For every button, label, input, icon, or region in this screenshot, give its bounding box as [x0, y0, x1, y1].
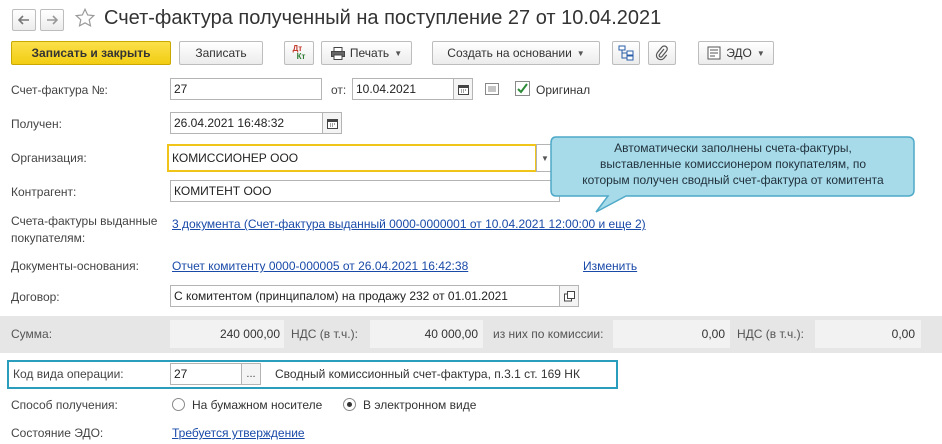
received-datetime-input[interactable]: 26.04.2021 16:48:32 — [170, 112, 323, 134]
calendar-icon — [457, 84, 469, 95]
hierarchy-icon — [618, 45, 634, 61]
base-documents-label: Документы-основания: — [11, 259, 139, 273]
arrow-left-icon — [18, 15, 29, 25]
edo-document-icon — [707, 46, 721, 60]
checkmark-icon — [517, 83, 528, 94]
chevron-down-icon: ▼ — [576, 48, 585, 58]
issued-invoices-label-line1: Счета-фактуры выданные — [11, 214, 158, 228]
comment-icon[interactable] — [485, 83, 499, 95]
radio-electronic-label: В электронном виде — [363, 398, 477, 412]
issued-invoices-link[interactable]: 3 документа (Счет-фактура выданный 0000-… — [172, 217, 646, 231]
edo-state-link[interactable]: Требуется утверждение — [172, 426, 305, 440]
save-and-close-label: Записать и закрыть — [31, 46, 151, 60]
structure-button[interactable] — [612, 41, 640, 65]
document-title: Счет-фактура полученный на поступление 2… — [104, 7, 662, 29]
favorite-star-button[interactable] — [74, 7, 98, 31]
radio-electronic[interactable] — [343, 398, 356, 411]
edo-state-label: Состояние ЭДО: — [11, 426, 104, 440]
received-label: Получен: — [11, 117, 62, 131]
issued-invoices-label-line2: покупателям: — [11, 231, 86, 245]
organization-input[interactable]: КОМИССИОНЕР ООО — [167, 144, 537, 172]
star-icon — [74, 7, 96, 28]
edo-button[interactable]: ЭДО ▼ — [698, 41, 774, 65]
dt-kt-button[interactable]: Дт Кт — [284, 41, 314, 65]
date-from-label: от: — [331, 83, 347, 97]
chevron-down-icon: ▼ — [756, 48, 765, 58]
dt-kt-icon: Дт Кт — [292, 44, 306, 61]
commission-value: 0,00 — [701, 327, 725, 341]
received-date-picker-button[interactable] — [322, 112, 342, 134]
print-label: Печать — [349, 46, 390, 60]
edo-label: ЭДО — [726, 46, 752, 60]
contract-label: Договор: — [11, 290, 60, 304]
callout-line3: которым получен сводный счет-фактура от … — [582, 173, 884, 187]
callout-text: Автоматически заполнены счета-фактуры, в… — [551, 140, 915, 188]
open-form-icon — [563, 290, 575, 301]
radio-paper-label: На бумажном носителе — [192, 398, 323, 412]
operation-code-select-button[interactable]: ... — [241, 363, 261, 385]
operation-code-input[interactable]: 27 — [170, 363, 242, 385]
save-and-close-button[interactable]: Записать и закрыть — [11, 41, 171, 65]
sum-label: Сумма: — [11, 327, 53, 341]
original-label: Оригинал — [536, 83, 591, 97]
vat2-value: 0,00 — [891, 327, 915, 341]
radio-paper[interactable] — [172, 398, 185, 411]
contract-open-button[interactable] — [559, 285, 579, 307]
create-based-on-label: Создать на основании — [447, 46, 572, 60]
operation-code-description: Сводный комиссионный счет-фактура, п.3.1… — [275, 367, 580, 381]
callout-line1: Автоматически заполнены счета-фактуры, — [614, 141, 852, 155]
counterparty-input[interactable]: КОМИТЕНТ ООО — [170, 180, 560, 202]
invoice-number-input[interactable]: 27 — [170, 78, 322, 100]
counterparty-label: Контрагент: — [11, 185, 77, 199]
paperclip-icon — [655, 45, 668, 61]
print-button[interactable]: Печать ▼ — [321, 41, 412, 65]
date-picker-button[interactable] — [453, 78, 473, 100]
sum-value: 240 000,00 — [219, 327, 280, 341]
printer-icon — [330, 46, 345, 60]
save-button[interactable]: Записать — [179, 41, 263, 65]
invoice-number-label: Счет-фактура №: — [11, 83, 108, 97]
operation-code-label: Код вида операции: — [13, 367, 124, 381]
organization-label: Организация: — [11, 151, 87, 165]
change-link[interactable]: Изменить — [583, 259, 637, 273]
create-based-on-button[interactable]: Создать на основании ▼ — [432, 41, 600, 65]
calendar-icon — [326, 118, 338, 129]
forward-button[interactable] — [40, 9, 64, 31]
arrow-right-icon — [47, 15, 58, 25]
commission-label: из них по комиссии: — [493, 327, 604, 341]
contract-input[interactable]: С комитентом (принципалом) на продажу 23… — [170, 285, 560, 307]
receipt-method-label: Способ получения: — [11, 398, 118, 412]
vat2-label: НДС (в т.ч.): — [737, 327, 804, 341]
save-label: Записать — [195, 46, 247, 60]
callout-line2: выставленные комиссионером покупателям, … — [599, 157, 866, 171]
original-checkbox[interactable] — [515, 81, 530, 96]
invoice-date-input[interactable]: 10.04.2021 — [352, 78, 454, 100]
attachments-button[interactable] — [648, 41, 676, 65]
back-button[interactable] — [12, 9, 36, 31]
base-documents-link[interactable]: Отчет комитенту 0000-000005 от 26.04.202… — [172, 259, 468, 273]
vat-label: НДС (в т.ч.): — [291, 327, 358, 341]
vat-value: 40 000,00 — [424, 327, 478, 341]
chevron-down-icon: ▼ — [394, 48, 403, 58]
